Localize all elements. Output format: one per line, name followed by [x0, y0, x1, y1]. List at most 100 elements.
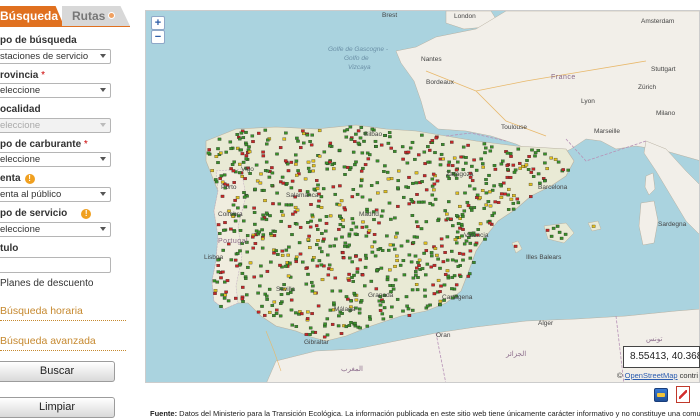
station-marker[interactable] [356, 141, 361, 145]
map-canvas[interactable]: Golfe de Gascogne - Golfo de Vizcaya Lon… [146, 11, 700, 383]
station-marker[interactable] [228, 140, 233, 144]
station-marker[interactable] [395, 297, 400, 301]
station-marker[interactable] [455, 230, 460, 234]
station-marker[interactable] [513, 244, 518, 248]
station-marker[interactable] [419, 227, 424, 231]
station-marker[interactable] [270, 166, 274, 170]
station-marker[interactable] [545, 228, 550, 232]
station-marker[interactable] [304, 332, 309, 336]
station-marker[interactable] [257, 230, 261, 234]
station-marker[interactable] [229, 147, 233, 151]
station-marker[interactable] [415, 288, 420, 292]
station-marker[interactable] [441, 143, 445, 146]
station-marker[interactable] [506, 167, 510, 171]
station-marker[interactable] [361, 166, 365, 170]
station-marker[interactable] [396, 179, 400, 183]
station-marker[interactable] [246, 265, 250, 269]
station-marker[interactable] [363, 163, 368, 167]
station-marker[interactable] [284, 131, 288, 135]
station-marker[interactable] [302, 141, 306, 145]
station-marker[interactable] [329, 267, 334, 271]
station-marker[interactable] [430, 139, 435, 142]
station-marker[interactable] [443, 209, 447, 213]
station-marker[interactable] [396, 186, 400, 190]
station-marker[interactable] [424, 188, 429, 192]
station-marker[interactable] [411, 181, 415, 185]
station-marker[interactable] [323, 322, 327, 326]
station-marker[interactable] [426, 145, 430, 149]
station-marker[interactable] [405, 304, 409, 308]
station-marker[interactable] [387, 248, 391, 252]
station-marker[interactable] [360, 195, 365, 199]
station-marker[interactable] [261, 150, 265, 154]
station-marker[interactable] [472, 158, 476, 162]
station-marker[interactable] [450, 140, 454, 144]
station-marker[interactable] [275, 191, 279, 195]
station-marker[interactable] [272, 300, 277, 304]
station-marker[interactable] [295, 136, 299, 140]
station-marker[interactable] [318, 246, 322, 250]
station-marker[interactable] [509, 154, 513, 158]
station-marker[interactable] [212, 279, 217, 283]
station-marker[interactable] [224, 290, 228, 294]
station-marker[interactable] [492, 211, 496, 215]
station-marker[interactable] [465, 200, 470, 204]
search-button[interactable]: Buscar [0, 361, 115, 382]
station-marker[interactable] [306, 310, 310, 314]
openstreetmap-link[interactable]: OpenStreetMap [625, 371, 678, 380]
station-marker[interactable] [407, 202, 411, 206]
station-marker[interactable] [311, 169, 315, 173]
station-marker[interactable] [328, 308, 333, 312]
station-marker[interactable] [238, 137, 242, 141]
station-marker[interactable] [232, 160, 236, 164]
station-marker[interactable] [294, 153, 298, 157]
station-marker[interactable] [252, 211, 257, 214]
station-marker[interactable] [306, 160, 311, 164]
station-marker[interactable] [328, 141, 333, 145]
station-marker[interactable] [262, 188, 266, 192]
station-marker[interactable] [484, 203, 488, 207]
station-marker[interactable] [438, 163, 443, 167]
station-marker[interactable] [380, 249, 385, 252]
station-marker[interactable] [402, 195, 406, 199]
station-marker[interactable] [282, 137, 287, 141]
station-marker[interactable] [445, 235, 450, 239]
station-marker[interactable] [315, 264, 320, 268]
station-marker[interactable] [286, 169, 291, 173]
station-marker[interactable] [311, 284, 315, 288]
station-marker[interactable] [441, 157, 445, 161]
station-marker[interactable] [423, 288, 427, 292]
station-marker[interactable] [363, 265, 368, 269]
station-marker[interactable] [381, 317, 386, 321]
station-marker[interactable] [512, 170, 517, 174]
station-marker[interactable] [475, 196, 479, 200]
station-marker[interactable] [389, 146, 393, 150]
station-marker[interactable] [533, 151, 538, 155]
station-marker[interactable] [265, 269, 270, 273]
station-marker[interactable] [327, 263, 332, 267]
station-marker[interactable] [506, 193, 510, 197]
station-marker[interactable] [245, 234, 250, 238]
station-marker[interactable] [268, 310, 272, 314]
station-marker[interactable] [348, 125, 353, 129]
station-marker[interactable] [233, 198, 237, 202]
station-marker[interactable] [319, 263, 324, 267]
station-marker[interactable] [438, 303, 442, 307]
station-marker[interactable] [369, 279, 374, 283]
station-marker[interactable] [311, 159, 316, 163]
station-marker[interactable] [236, 251, 240, 255]
station-marker[interactable] [425, 262, 430, 266]
station-marker[interactable] [446, 163, 451, 167]
station-marker[interactable] [235, 133, 239, 136]
station-marker[interactable] [508, 176, 513, 179]
station-marker[interactable] [253, 187, 257, 191]
station-marker[interactable] [478, 196, 482, 200]
station-marker[interactable] [318, 218, 322, 222]
station-marker[interactable] [309, 203, 313, 206]
station-marker[interactable] [505, 164, 509, 167]
station-marker[interactable] [263, 199, 267, 203]
station-marker[interactable] [316, 304, 321, 308]
station-marker[interactable] [207, 148, 211, 152]
station-marker[interactable] [393, 278, 398, 282]
station-marker[interactable] [389, 177, 394, 181]
